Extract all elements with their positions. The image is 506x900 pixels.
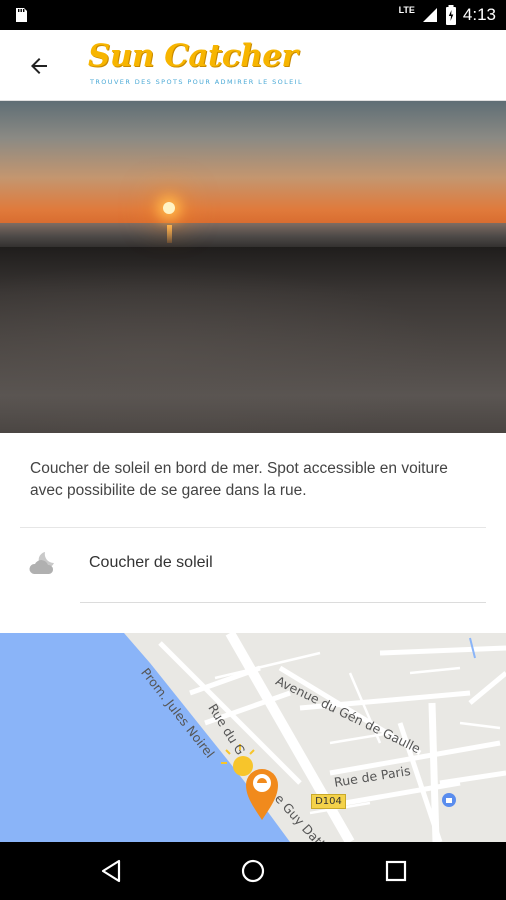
- spot-description: Coucher de soleil en bord de mer. Spot a…: [30, 460, 448, 499]
- photo-beach: [0, 247, 506, 433]
- app-bar: Sun Catcher TROUVER DES SPOTS POUR ADMIR…: [0, 30, 506, 101]
- photo-sun-reflection: [167, 225, 172, 243]
- battery-icon: [445, 5, 456, 25]
- photo-sea: [0, 223, 506, 249]
- arrow-back-icon: [31, 58, 47, 74]
- spot-photo: [0, 101, 506, 433]
- category-label: Coucher de soleil: [89, 554, 213, 571]
- sd-card-icon: [16, 8, 27, 22]
- logo-subtitle: TROUVER DES SPOTS POUR ADMIRER LE SOLEIL: [90, 78, 303, 86]
- app-logo: Sun Catcher TROUVER DES SPOTS POUR ADMIR…: [88, 38, 302, 94]
- nav-home-button[interactable]: [238, 856, 268, 886]
- nav-recents-button[interactable]: [381, 856, 411, 886]
- shopping-icon[interactable]: [442, 793, 456, 807]
- sunset-cloud-icon: [29, 552, 54, 574]
- road-badge: D104: [311, 794, 346, 809]
- nav-back-icon: [101, 859, 121, 883]
- nav-back-button[interactable]: [96, 856, 126, 886]
- network-type: LTE: [398, 5, 415, 15]
- nav-recents-icon: [385, 860, 407, 882]
- map-canvas: [0, 633, 506, 842]
- photo-sky: [0, 101, 506, 225]
- status-bar: LTE 4:13: [0, 0, 506, 30]
- map-view[interactable]: Prom. Jules Noirel Rue du G Avenue du Gé…: [0, 633, 506, 842]
- navigation-bar: [0, 842, 506, 900]
- divider: [80, 602, 486, 603]
- signal-icon: [422, 8, 437, 22]
- nav-home-icon: [241, 859, 265, 883]
- category-row: Coucher de soleil: [0, 529, 506, 603]
- divider: [20, 527, 486, 528]
- photo-sun: [163, 202, 175, 214]
- logo-title: Sun Catcher: [88, 38, 298, 74]
- back-button[interactable]: [22, 52, 56, 80]
- status-time: 4:13: [462, 5, 496, 24]
